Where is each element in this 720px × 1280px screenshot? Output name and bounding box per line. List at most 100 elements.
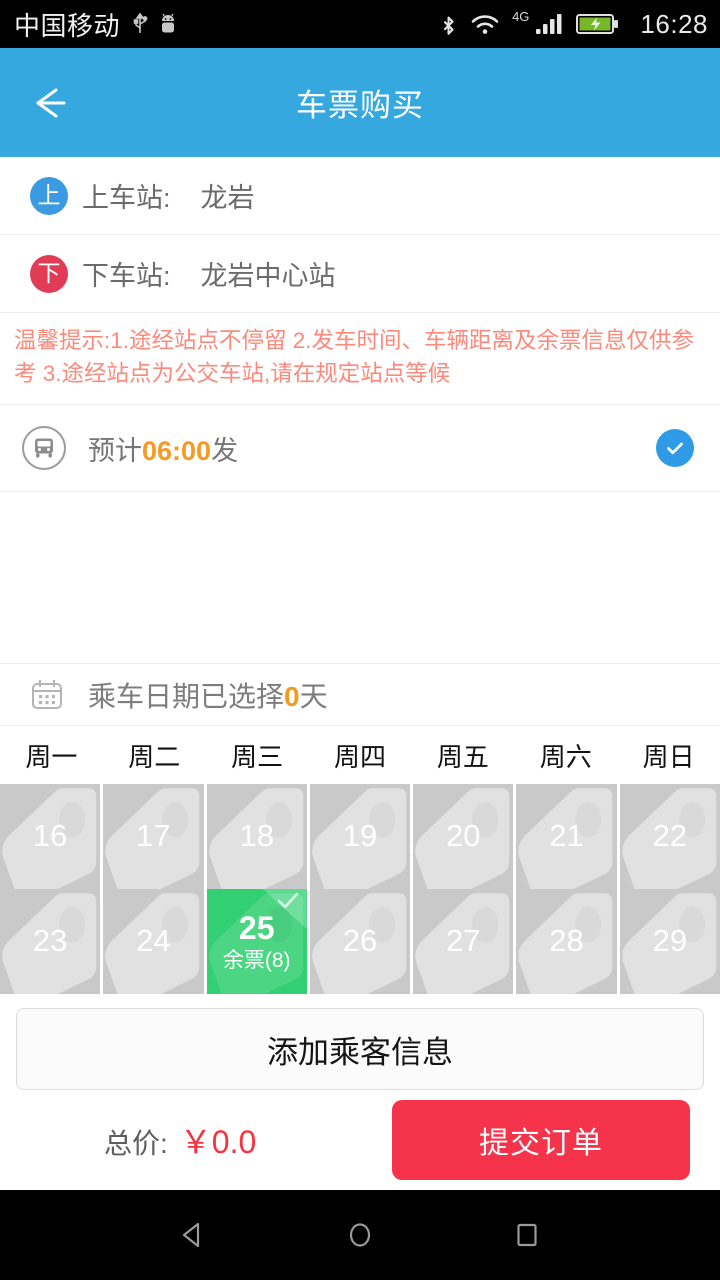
carrier-label: 中国移动 <box>14 10 121 41</box>
usb-icon <box>132 10 148 38</box>
calendar-day-content: 25 余票(8) <box>222 909 291 972</box>
calendar-day-cell[interactable]: 28 <box>516 889 617 994</box>
calendar-day-content: 23 <box>32 923 68 959</box>
nav-back-triangle-icon[interactable] <box>176 1218 210 1252</box>
weekday-header-row: 周一 周二 周三 周四 周五 周六 周日 <box>0 726 720 784</box>
calendar-day-cell[interactable]: 27 <box>413 889 514 994</box>
calendar-day-cell-selected[interactable]: 25 余票(8) <box>206 889 307 994</box>
weekday-label: 周一 <box>25 741 78 772</box>
calendar-day-number: 25 <box>238 909 275 946</box>
status-bar: 中国移动 4G 16:28 <box>0 0 720 48</box>
date-section-header: 乘车日期已选择0天 <box>0 664 720 726</box>
arrival-station-value: 龙岩中心站 <box>200 261 336 291</box>
calendar-grid: 16 17 18 19 20 21 22 23 24 25 余票(8) 26 27 28 29 <box>0 784 720 994</box>
total-price-label: 总价: <box>104 1128 168 1159</box>
notice-text: 温馨提示:1.途经站点不停留 2.发车时间、车辆距离及余票信息仅供参考 3.途经… <box>0 313 720 406</box>
calendar-day-content: 28 <box>549 923 584 959</box>
battery-charging-icon <box>576 11 620 37</box>
calendar-day-cell[interactable]: 23 <box>0 889 101 994</box>
bus-icon <box>22 426 66 471</box>
calendar-day-cell[interactable]: 29 <box>619 889 720 994</box>
back-button[interactable] <box>0 48 100 157</box>
calendar-day-content: 24 <box>136 923 171 959</box>
submit-order-button[interactable]: 提交订单 <box>392 1100 690 1180</box>
calendar-day-number: 20 <box>446 818 481 854</box>
selected-days-suffix: 天 <box>299 680 328 712</box>
android-nav-bar <box>0 1190 720 1280</box>
clock-label: 16:28 <box>640 8 708 39</box>
departure-time-row[interactable]: 预计06:00发 <box>0 405 720 493</box>
calendar-day-number: 18 <box>239 818 274 854</box>
calendar-day-number: 22 <box>652 818 688 854</box>
calendar-day-content: 27 <box>446 923 481 959</box>
wifi-icon <box>469 11 501 37</box>
arrow-left-icon <box>26 85 74 121</box>
calendar-day-number: 27 <box>446 923 481 959</box>
boarding-badge-icon: 上 <box>30 176 68 215</box>
weekday-label: 周五 <box>436 741 489 772</box>
arrival-badge-icon: 下 <box>30 254 68 293</box>
calendar-day-content: 29 <box>652 923 688 959</box>
calendar-day-tickets-left: 余票(8) <box>222 948 291 972</box>
calendar-day-content: 26 <box>342 923 378 959</box>
boarding-station-value: 龙岩 <box>200 183 255 213</box>
calendar-week-row: 16 17 18 19 20 21 22 <box>0 784 720 889</box>
calendar-day-cell[interactable]: 26 <box>309 889 411 994</box>
calendar-day-cell[interactable]: 17 <box>103 784 204 889</box>
arrival-station-label: 下车站: <box>82 261 171 291</box>
phone-screen: 中国移动 4G 16:28 车票购买 上 上车站: 龙岩 下 下车站: 龙岩中心… <box>0 0 720 1280</box>
status-left-icons <box>132 10 177 38</box>
calendar-day-number: 24 <box>136 923 171 959</box>
calendar-day-content: 17 <box>136 818 170 854</box>
total-price-group: 总价: ￥0.0 <box>104 1117 256 1163</box>
calendar-day-cell[interactable]: 18 <box>206 784 307 889</box>
calendar-day-number: 16 <box>32 818 68 854</box>
weekday-label: 周四 <box>334 741 387 772</box>
calendar-day-number: 26 <box>342 923 378 959</box>
day-selected-check-icon <box>275 890 301 912</box>
status-right-icons: 4G 16:28 <box>439 9 708 40</box>
calendar-day-cell[interactable]: 24 <box>103 889 204 994</box>
boarding-station-label: 上车站: <box>82 183 171 213</box>
signal-bars-icon <box>535 11 565 37</box>
nav-home-circle-icon[interactable] <box>343 1218 377 1252</box>
weekday-label: 周二 <box>128 741 181 772</box>
calendar-day-number: 19 <box>342 818 378 854</box>
android-robot-icon <box>159 11 177 37</box>
calendar-day-cell[interactable]: 21 <box>516 784 617 889</box>
calendar-icon <box>28 676 66 714</box>
nav-recents-square-icon[interactable] <box>510 1218 544 1252</box>
add-passenger-button[interactable]: 添加乘客信息 <box>16 1008 704 1090</box>
boarding-station-row[interactable]: 上 上车站: 龙岩 <box>0 157 720 235</box>
calendar-day-cell[interactable]: 16 <box>0 784 101 889</box>
weekday-label: 周三 <box>231 741 284 772</box>
weekday-label: 周日 <box>642 741 695 772</box>
calendar-day-content: 16 <box>32 818 68 854</box>
selected-days-count: 0 <box>284 680 300 712</box>
bluetooth-icon <box>439 10 458 39</box>
calendar-day-number: 29 <box>652 923 688 959</box>
check-circle-icon[interactable] <box>656 429 694 468</box>
departure-prefix: 预计 <box>88 435 142 466</box>
selected-days-prefix: 乘车日期已选择 <box>88 680 285 712</box>
calendar-day-content: 21 <box>549 818 584 854</box>
total-price-value: ￥0.0 <box>179 1124 257 1160</box>
calendar-day-number: 21 <box>549 818 584 854</box>
calendar-day-number: 23 <box>32 923 68 959</box>
calendar-day-content: 22 <box>652 818 688 854</box>
calendar-day-cell[interactable]: 19 <box>309 784 411 889</box>
weekday-label: 周六 <box>539 741 592 772</box>
empty-placeholder-area <box>0 492 720 664</box>
calendar-day-cell[interactable]: 20 <box>413 784 514 889</box>
calendar-day-content: 19 <box>342 818 378 854</box>
calendar-day-content: 20 <box>446 818 481 854</box>
selected-days-label: 乘车日期已选择0天 <box>88 675 328 715</box>
network-type-label: 4G <box>512 8 530 24</box>
app-header: 车票购买 <box>0 48 720 157</box>
departure-suffix: 发 <box>211 435 239 466</box>
calendar-day-cell[interactable]: 22 <box>619 784 720 889</box>
calendar-day-number: 28 <box>549 923 584 959</box>
page-title: 车票购买 <box>296 88 424 123</box>
arrival-station-row[interactable]: 下 下车站: 龙岩中心站 <box>0 235 720 313</box>
calendar-week-row: 23 24 25 余票(8) 26 27 28 29 <box>0 889 720 994</box>
